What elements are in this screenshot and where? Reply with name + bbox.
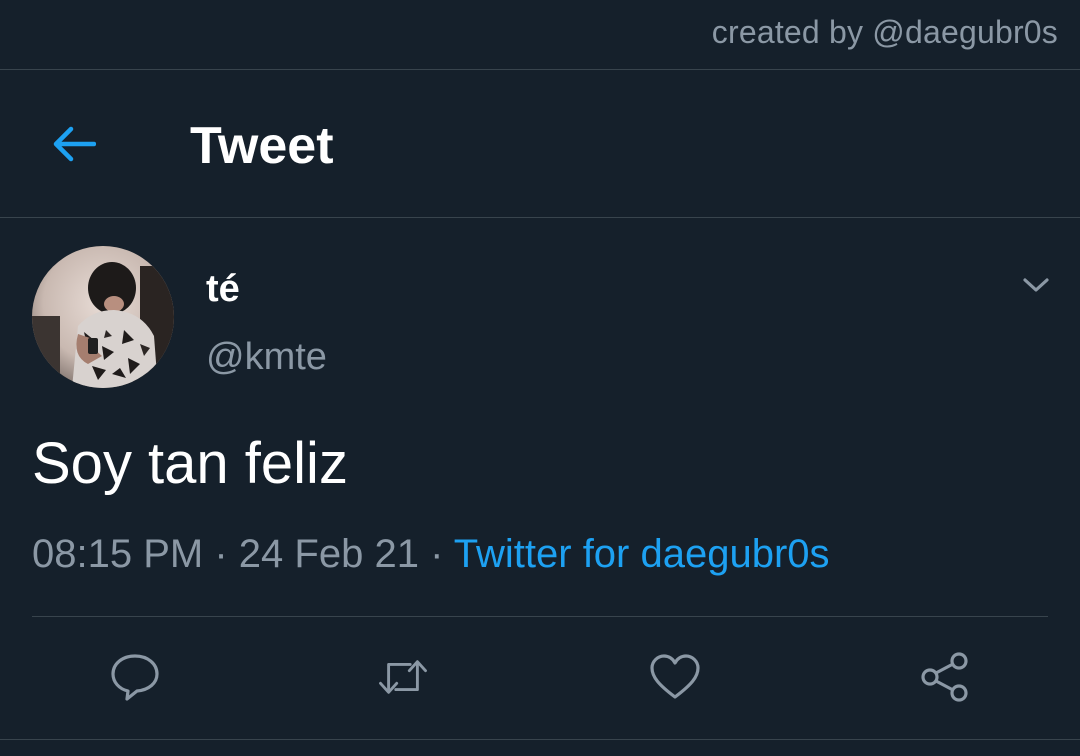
share-button[interactable] — [918, 650, 972, 704]
share-icon — [921, 652, 968, 702]
arrow-left-icon — [53, 126, 96, 162]
bottom-divider — [0, 739, 1080, 740]
avatar[interactable] — [32, 246, 174, 388]
meta-separator: · — [430, 532, 444, 576]
reply-button[interactable] — [108, 650, 162, 704]
top-divider — [0, 69, 1080, 70]
chevron-down-icon — [1023, 278, 1049, 292]
like-button[interactable] — [648, 650, 702, 704]
retweet-button[interactable] — [376, 650, 430, 704]
tweet-time: 08:15 PM — [32, 532, 204, 576]
back-button[interactable] — [48, 118, 100, 170]
avatar-photo — [32, 246, 174, 388]
reply-icon — [111, 654, 159, 701]
tweet-date: 24 Feb 21 — [238, 532, 419, 576]
meta-separator: · — [214, 532, 228, 576]
page-title: Tweet — [190, 117, 334, 175]
tweet-meta: 08:15 PM · 24 Feb 21 · Twitter for daegu… — [32, 532, 830, 577]
like-icon — [650, 654, 700, 699]
retweet-icon — [379, 660, 427, 694]
credit-text: created by @daegubr0s — [711, 14, 1058, 50]
header-divider — [0, 217, 1080, 218]
actions-divider — [32, 616, 1048, 617]
more-options-button[interactable] — [1016, 268, 1056, 302]
display-name[interactable]: té — [206, 268, 240, 311]
user-handle[interactable]: @kmte — [206, 336, 327, 379]
tweet-source-link[interactable]: Twitter for daegubr0s — [454, 532, 830, 576]
tweet-text: Soy tan feliz — [32, 431, 348, 496]
